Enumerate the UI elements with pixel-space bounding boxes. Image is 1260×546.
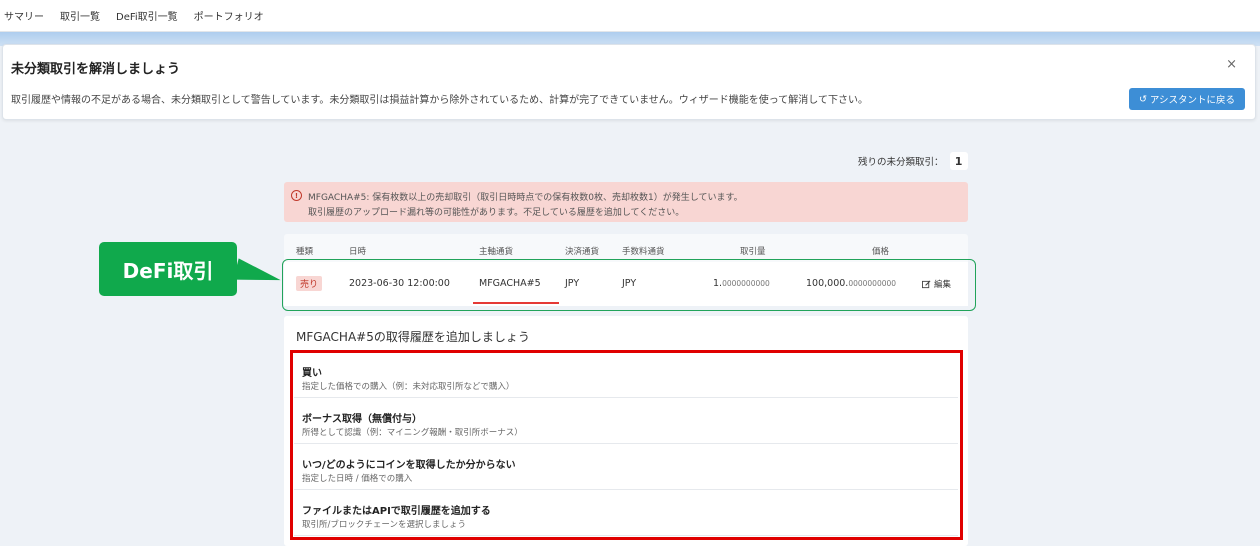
row-base-currency: MFGACHA#5 — [479, 278, 541, 289]
option-title: いつ/どのようにコインを取得したか分からない — [302, 460, 516, 471]
header-type: 種類 — [296, 247, 314, 257]
row-fee-currency: JPY — [622, 278, 637, 289]
row-price: 100,000.0000000000 — [806, 278, 896, 289]
option-description: 指定した価格での購入（例：未対応取引所などで購入） — [302, 382, 515, 392]
table-header: 種類 日時 主軸通貨 決済通貨 手数料通貨 取引量 価格 — [284, 234, 968, 262]
remaining-label: 残りの未分類取引： — [858, 157, 944, 168]
header-fee-currency: 手数料通貨 — [622, 247, 665, 257]
row-amount: 1.0000000000 — [713, 278, 770, 289]
sell-badge: 売り — [296, 276, 322, 291]
option-description: 所得として認識（例：マイニング報酬・取引所ボーナス） — [302, 428, 523, 438]
base-currency-underline — [473, 302, 559, 304]
undo-icon: ↺ — [1138, 93, 1147, 105]
close-icon[interactable]: × — [1226, 57, 1237, 72]
alert-circle-icon: ! — [291, 190, 302, 201]
row-datetime: 2023-06-30 12:00:00 — [349, 278, 450, 289]
header-settlement-currency: 決済通貨 — [565, 247, 600, 257]
banner-description: 取引履歴や情報の不足がある場合、未分類取引として警告しています。未分類取引は損益… — [11, 95, 868, 106]
option-description: 取引所/ブロックチェーンを選択しましょう — [302, 520, 466, 530]
option-bonus[interactable]: ボーナス取得（無償付与） 所得として認識（例：マイニング報酬・取引所ボーナス） — [294, 404, 958, 444]
alert-message-line2: 取引履歴のアップロード漏れ等の可能性があります。不足している履歴を追加してくださ… — [308, 208, 685, 218]
unclassified-banner: 未分類取引を解消しましょう 取引履歴や情報の不足がある場合、未分類取引として警告… — [2, 44, 1256, 120]
edit-icon — [922, 280, 931, 288]
edit-button[interactable]: 編集 — [922, 278, 951, 290]
remaining-unclassified: 残りの未分類取引： 1 — [858, 152, 968, 170]
option-add-file-api[interactable]: ファイルまたはAPIで取引履歴を追加する 取引所/ブロックチェーンを選択しましょ… — [294, 496, 958, 536]
nav-summary[interactable]: サマリー — [4, 8, 44, 23]
banner-title: 未分類取引を解消しましょう — [11, 62, 181, 77]
table-row: 売り 2023-06-30 12:00:00 MFGACHA#5 JPY JPY… — [284, 262, 968, 306]
header-price: 価格 — [872, 247, 890, 257]
remaining-count: 1 — [949, 152, 968, 170]
header-amount: 取引量 — [740, 247, 766, 257]
option-title: ファイルまたはAPIで取引履歴を追加する — [302, 506, 491, 517]
nav-defi-transactions[interactable]: DeFi取引一覧 — [116, 8, 178, 23]
edit-label: 編集 — [934, 280, 952, 290]
alert-message-line1: MFGACHA#5: 保有枚数以上の売却取引（取引日時時点での保有枚数0枚、売却… — [308, 193, 743, 203]
row-price-decimals: 0000000000 — [848, 279, 897, 288]
row-price-int: 100,000. — [806, 278, 849, 289]
defi-callout-label: DeFi取引 — [99, 242, 237, 296]
top-nav: サマリー 取引一覧 DeFi取引一覧 ポートフォリオ — [0, 0, 1260, 32]
option-title: 買い — [302, 368, 322, 379]
row-amount-int: 1. — [713, 278, 723, 289]
row-settlement-currency: JPY — [565, 278, 580, 289]
option-buy[interactable]: 買い 指定した価格での購入（例：未対応取引所などで購入） — [294, 358, 958, 398]
transaction-table: 種類 日時 主軸通貨 決済通貨 手数料通貨 取引量 価格 売り 2023-06-… — [284, 234, 968, 306]
error-alert: ! MFGACHA#5: 保有枚数以上の売却取引（取引日時時点での保有枚数0枚、… — [284, 182, 968, 222]
return-to-assistant-label: アシスタントに戻る — [1149, 95, 1236, 106]
option-description: 指定した日時 / 価格での購入 — [302, 474, 413, 484]
row-amount-decimals: 0000000000 — [722, 279, 770, 288]
return-to-assistant-button[interactable]: ↺ アシスタントに戻る — [1129, 88, 1245, 110]
nav-transactions[interactable]: 取引一覧 — [60, 8, 100, 23]
acquisition-options-card: MFGACHA#5の取得履歴を追加しましょう 買い 指定した価格での購入（例：未… — [284, 316, 968, 546]
defi-callout-arrow — [233, 258, 284, 291]
nav-portfolio[interactable]: ポートフォリオ — [194, 8, 264, 23]
option-title: ボーナス取得（無償付与） — [302, 414, 422, 425]
option-unknown-acquisition[interactable]: いつ/どのようにコインを取得したか分からない 指定した日時 / 価格での購入 — [294, 450, 958, 490]
header-base-currency: 主軸通貨 — [479, 247, 514, 257]
options-title: MFGACHA#5の取得履歴を追加しましょう — [296, 330, 530, 344]
header-datetime: 日時 — [349, 247, 367, 257]
